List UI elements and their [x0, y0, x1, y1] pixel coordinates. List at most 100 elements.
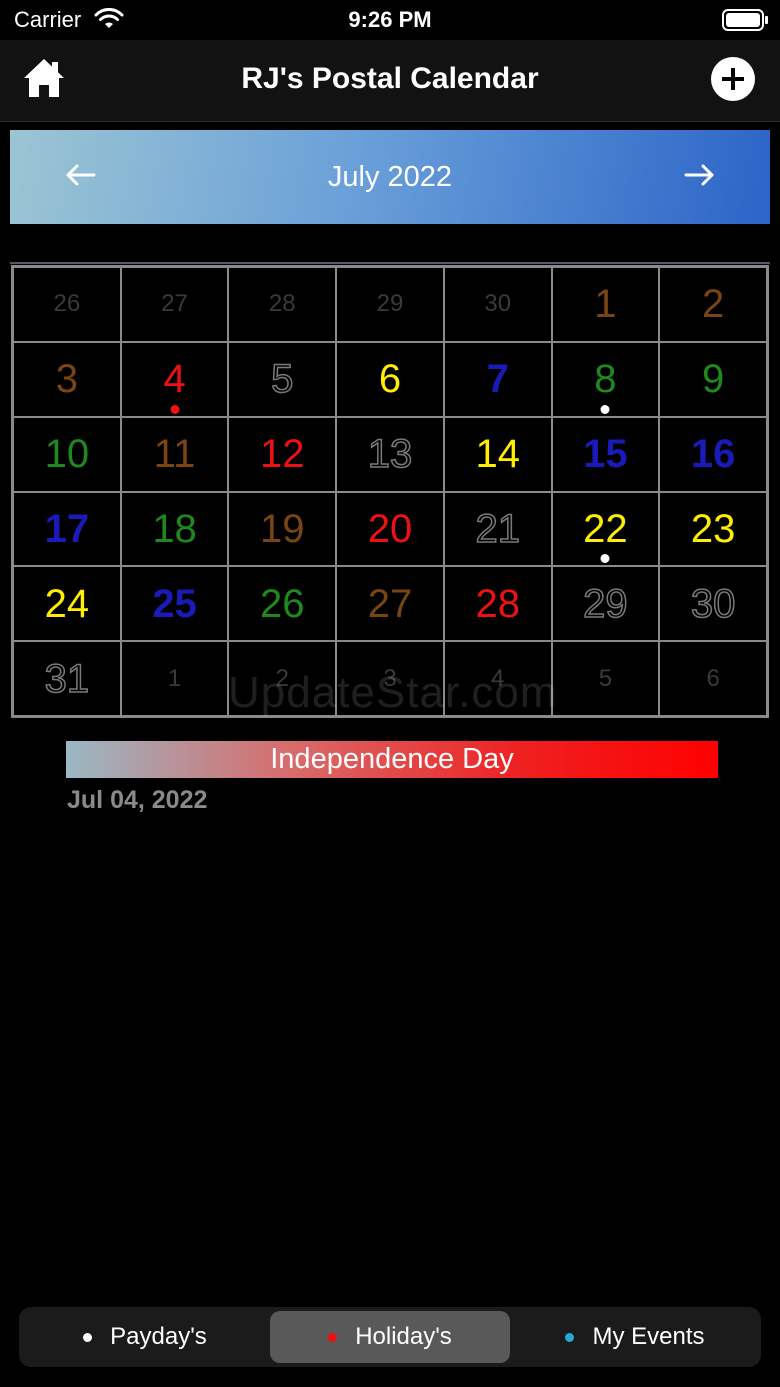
day-number: 1: [594, 282, 617, 327]
day-number: 4: [163, 357, 186, 402]
day-number: 13: [367, 432, 413, 477]
segment-label: Payday's: [110, 1323, 207, 1350]
watermark: UpdateStar.com: [228, 668, 558, 717]
day-number: 14: [475, 432, 520, 477]
calendar-day-cell[interactable]: 8: [551, 341, 660, 417]
day-number: 10: [44, 432, 90, 477]
calendar-day-cell[interactable]: 4: [120, 341, 229, 417]
day-number: 27: [367, 581, 413, 626]
calendar-day-cell[interactable]: 11: [120, 416, 229, 492]
day-number: 16: [690, 432, 736, 477]
calendar-day-cell[interactable]: 28: [443, 566, 552, 642]
day-number: 30: [690, 581, 736, 626]
calendar-day-cell[interactable]: 26: [13, 267, 121, 342]
nav-bar: RJ's Postal Calendar: [0, 40, 780, 122]
calendar-day-cell[interactable]: 1: [551, 267, 660, 342]
day-number: 3: [55, 357, 78, 402]
event-indicator-dot: [600, 554, 610, 564]
segment-label: Holiday's: [355, 1323, 452, 1350]
day-number: 17: [44, 506, 90, 551]
day-number: 25: [152, 581, 197, 626]
day-number: 1: [167, 664, 182, 692]
day-number: 15: [583, 432, 628, 477]
status-bar: Carrier 9:26 PM: [0, 0, 780, 40]
add-event-button[interactable]: [711, 57, 755, 101]
day-number: 5: [598, 664, 613, 692]
day-number: 23: [690, 506, 736, 551]
calendar-day-cell[interactable]: 29: [551, 566, 660, 642]
calendar-day-cell[interactable]: 21: [443, 491, 552, 567]
day-number: 27: [161, 290, 188, 318]
calendar-day-cell[interactable]: 9: [659, 341, 767, 417]
calendar-day-cell[interactable]: 19: [228, 491, 337, 567]
day-number: 5: [270, 357, 294, 402]
calendar-day-cell[interactable]: 7: [443, 341, 552, 417]
calendar-day-cell[interactable]: 14: [443, 416, 552, 492]
day-number: 8: [594, 357, 617, 402]
calendar-day-cell[interactable]: 30: [443, 267, 552, 342]
calendar-day-cell[interactable]: 1: [120, 641, 229, 716]
day-number: 19: [260, 506, 305, 551]
day-number: 18: [152, 506, 197, 551]
calendar-day-cell[interactable]: 2: [659, 267, 767, 342]
segment-my-events[interactable]: My Events: [513, 1311, 757, 1363]
calendar-day-cell[interactable]: 26: [228, 566, 337, 642]
calendar-day-cell[interactable]: 30: [659, 566, 767, 642]
legend-dot-icon: [328, 1332, 338, 1342]
day-number: 30: [484, 290, 512, 318]
calendar-day-cell[interactable]: 6: [336, 341, 444, 417]
calendar-day-cell[interactable]: 22: [551, 491, 660, 567]
event-indicator-dot: [170, 404, 180, 414]
day-number: 31: [44, 656, 90, 701]
calendar-day-cell[interactable]: 15: [551, 416, 660, 492]
divider: [10, 262, 770, 264]
event-date: Jul 04, 2022: [67, 786, 208, 814]
calendar-day-cell[interactable]: 12: [228, 416, 337, 492]
calendar-day-cell[interactable]: 10: [13, 416, 121, 492]
day-number: 20: [367, 506, 413, 551]
month-header: July 2022: [10, 130, 770, 224]
calendar-day-cell[interactable]: 6: [659, 641, 767, 716]
calendar-day-cell[interactable]: 3: [13, 341, 121, 417]
battery-icon: [722, 9, 768, 31]
day-number: 28: [268, 290, 296, 318]
calendar-day-cell[interactable]: 5: [551, 641, 660, 716]
day-number: 12: [260, 432, 305, 477]
day-number: 6: [378, 357, 402, 402]
day-number: 26: [53, 290, 81, 318]
day-number: 29: [376, 290, 404, 318]
segment-paydays[interactable]: Payday's: [23, 1311, 267, 1363]
next-month-arrow-icon[interactable]: [682, 160, 718, 190]
calendar-day-cell[interactable]: 18: [120, 491, 229, 567]
legend-dot-icon: [565, 1332, 575, 1342]
day-number: 2: [702, 282, 725, 327]
month-label: July 2022: [327, 161, 453, 193]
day-number: 11: [153, 432, 196, 477]
calendar-day-cell[interactable]: 24: [13, 566, 121, 642]
event-title-bar[interactable]: Independence Day: [66, 741, 718, 778]
calendar-day-cell[interactable]: 28: [228, 267, 337, 342]
day-number: 22: [583, 506, 628, 551]
calendar-day-cell[interactable]: 25: [120, 566, 229, 642]
calendar-day-cell[interactable]: 17: [13, 491, 121, 567]
segment-holidays[interactable]: Holiday's: [270, 1311, 510, 1363]
day-number: 21: [475, 506, 521, 551]
calendar-day-cell[interactable]: 31: [13, 641, 121, 716]
event-indicator-dot: [600, 404, 610, 414]
segment-label: My Events: [592, 1323, 705, 1350]
day-number: 26: [260, 581, 305, 626]
event-filter-segmented-control: Payday's Holiday's My Events: [19, 1307, 761, 1367]
status-time: 9:26 PM: [348, 7, 432, 32]
calendar-day-cell[interactable]: 29: [336, 267, 444, 342]
calendar-day-cell[interactable]: 13: [336, 416, 444, 492]
calendar-day-cell[interactable]: 16: [659, 416, 767, 492]
day-number: 9: [702, 357, 725, 402]
calendar-day-cell[interactable]: 23: [659, 491, 767, 567]
day-number: 28: [475, 581, 520, 626]
day-number: 6: [706, 664, 720, 692]
calendar-day-cell[interactable]: 27: [120, 267, 229, 342]
calendar-day-cell[interactable]: 5: [228, 341, 337, 417]
calendar-day-cell[interactable]: 27: [336, 566, 444, 642]
calendar-day-cell[interactable]: 20: [336, 491, 444, 567]
legend-dot-icon: [83, 1332, 93, 1342]
